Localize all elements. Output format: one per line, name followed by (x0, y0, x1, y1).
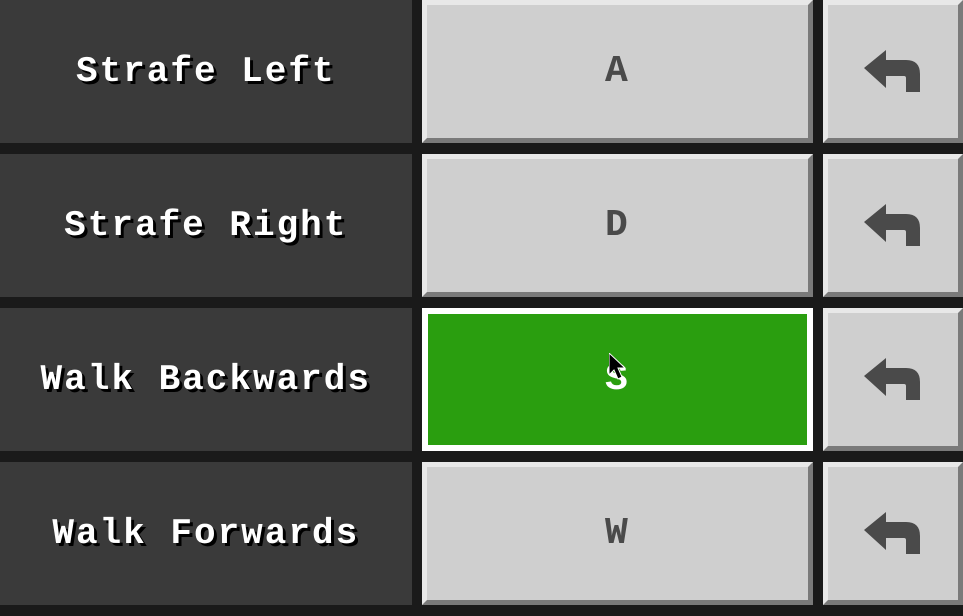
keybind-button-strafe-right[interactable]: D (422, 154, 814, 297)
keybind-row-strafe-right: Strafe Right D (0, 154, 963, 297)
reset-button-strafe-left[interactable] (823, 0, 963, 143)
keybind-list: Strafe Left A Strafe Right D Walk Backwa… (0, 0, 963, 616)
keybind-row-walk-backwards: Walk Backwards S (0, 308, 963, 451)
reset-button-strafe-right[interactable] (823, 154, 963, 297)
keybind-label: Strafe Left (0, 0, 412, 143)
reset-button-walk-backwards[interactable] (823, 308, 963, 451)
keybind-label: Walk Forwards (0, 462, 412, 605)
keybind-label: Strafe Right (0, 154, 412, 297)
undo-icon (858, 44, 928, 100)
keybind-row-strafe-left: Strafe Left A (0, 0, 963, 143)
keybind-label: Walk Backwards (0, 308, 412, 451)
keybind-button-walk-backwards[interactable]: S (422, 308, 814, 451)
undo-icon (858, 352, 928, 408)
undo-icon (858, 506, 928, 562)
keybind-button-strafe-left[interactable]: A (422, 0, 814, 143)
keybind-button-walk-forwards[interactable]: W (422, 462, 814, 605)
undo-icon (858, 198, 928, 254)
reset-button-walk-forwards[interactable] (823, 462, 963, 605)
keybind-row-walk-forwards: Walk Forwards W (0, 462, 963, 605)
